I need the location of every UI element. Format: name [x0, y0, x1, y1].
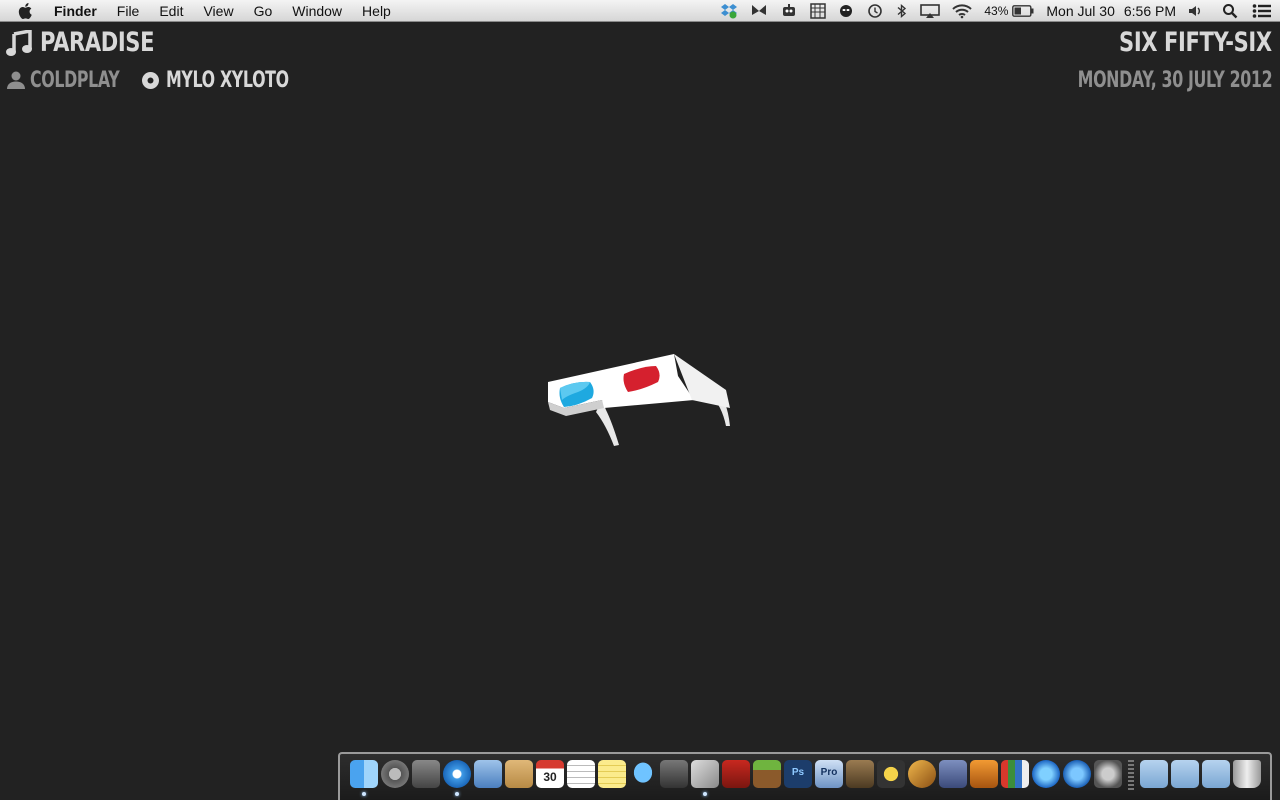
dock: 30 Ps Pro	[338, 752, 1272, 800]
now-playing-album: MYLO XYLOTO	[166, 68, 289, 93]
battery-percent: 43%	[984, 4, 1009, 18]
app-store-icon[interactable]	[1063, 760, 1091, 788]
numbers-icon[interactable]	[1001, 760, 1029, 788]
launchpad-icon[interactable]	[381, 760, 409, 788]
menu-window[interactable]: Window	[292, 0, 342, 22]
butterfly-icon[interactable]	[750, 0, 768, 22]
mission-control-icon[interactable]	[412, 760, 440, 788]
now-playing-artist: COLDPLAY	[30, 68, 120, 93]
running-indicator	[362, 792, 366, 796]
menu-edit[interactable]: Edit	[159, 0, 183, 22]
safari-icon[interactable]	[443, 760, 471, 796]
trash-icon[interactable]	[1233, 760, 1261, 788]
menu-time[interactable]: 6:56 PM	[1124, 0, 1176, 22]
person-icon	[6, 71, 26, 94]
imovie-icon[interactable]	[877, 760, 905, 788]
calendar-day: 30	[543, 770, 557, 784]
itunes-icon[interactable]	[1032, 760, 1060, 788]
airplay-icon[interactable]	[920, 0, 941, 22]
menu-date[interactable]: Mon Jul 30	[1046, 0, 1114, 22]
grid-monitor-icon[interactable]	[810, 0, 827, 22]
downloads-folder-icon[interactable]	[1202, 760, 1230, 788]
time-machine-icon[interactable]	[866, 0, 884, 22]
photo-icon[interactable]	[722, 760, 750, 788]
music-note-icon	[6, 28, 32, 63]
app-menu-finder[interactable]: Finder	[54, 0, 97, 22]
menu-bar: Finder File Edit View Go Window Help 43%…	[0, 0, 1280, 22]
dropbox-icon[interactable]	[720, 0, 738, 22]
preview-icon[interactable]	[939, 760, 967, 788]
keynote-icon[interactable]	[970, 760, 998, 788]
photoshop-label: Ps	[791, 767, 805, 778]
spotlight-search-icon[interactable]	[1222, 0, 1238, 22]
battery-icon[interactable]	[1012, 0, 1034, 22]
alien-icon[interactable]	[838, 0, 854, 22]
3d-glasses-wallpaper	[544, 350, 739, 455]
clock-date: MONDAY, 30 JULY 2012	[1077, 68, 1272, 93]
menu-file[interactable]: File	[117, 0, 140, 22]
applications-folder-icon[interactable]	[1140, 760, 1168, 788]
now-playing-title: PARADISE	[40, 27, 155, 58]
system-preferences-icon[interactable]	[1094, 760, 1122, 788]
apple-menu-icon[interactable]	[18, 2, 36, 20]
volume-icon[interactable]	[1188, 0, 1204, 22]
contacts-icon[interactable]	[505, 760, 533, 788]
dock-separator	[1128, 760, 1134, 790]
facetime-icon[interactable]	[660, 760, 688, 788]
pro-icon[interactable]: Pro	[815, 760, 843, 788]
camera-icon[interactable]	[846, 760, 874, 788]
robot-icon[interactable]	[780, 0, 798, 22]
finder-icon[interactable]	[350, 760, 378, 796]
photoshop-icon[interactable]: Ps	[784, 760, 812, 788]
disc-icon	[141, 71, 160, 95]
menu-go[interactable]: Go	[254, 0, 273, 22]
clock-words: SIX FIFTY-SIX	[1119, 27, 1272, 58]
menu-view[interactable]: View	[203, 0, 233, 22]
pro-label: Pro	[820, 767, 838, 778]
photo-booth-icon[interactable]	[691, 760, 719, 796]
notification-center-icon[interactable]	[1252, 0, 1272, 22]
running-indicator	[455, 792, 459, 796]
messages-icon[interactable]	[629, 760, 657, 788]
reminders-icon[interactable]	[567, 760, 595, 788]
notes-icon[interactable]	[598, 760, 626, 788]
minecraft-icon[interactable]	[753, 760, 781, 788]
garageband-icon[interactable]	[908, 760, 936, 788]
bluetooth-icon[interactable]	[896, 0, 908, 22]
calendar-icon[interactable]: 30	[536, 760, 564, 788]
running-indicator	[703, 792, 707, 796]
menu-help[interactable]: Help	[362, 0, 391, 22]
documents-folder-icon[interactable]	[1171, 760, 1199, 788]
mail-icon[interactable]	[474, 760, 502, 788]
wifi-icon[interactable]	[952, 0, 973, 22]
